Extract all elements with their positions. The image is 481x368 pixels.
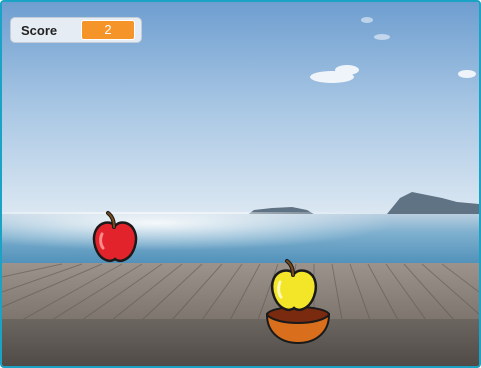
beach-backdrop (2, 2, 479, 366)
score-monitor: Score 2 (10, 17, 142, 43)
score-label: Score (21, 22, 58, 38)
yellow-apple-icon[interactable] (266, 258, 322, 314)
game-stage[interactable]: Score 2 (0, 0, 481, 368)
score-value: 2 (81, 20, 135, 40)
red-apple-icon[interactable] (88, 210, 142, 266)
